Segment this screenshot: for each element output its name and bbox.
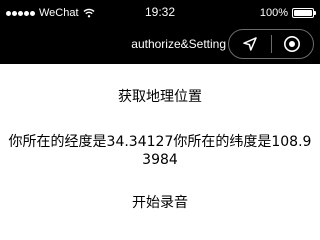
start-recording-button[interactable]: 开始录音 [0, 194, 320, 212]
battery-percentage: 100% [259, 7, 288, 19]
page-content: 获取地理位置 你所在的经度是34.34127你所在的纬度是108.93984 开… [0, 64, 320, 236]
record-circle-icon [284, 36, 301, 52]
mini-program-capsule [228, 29, 314, 59]
location-button[interactable] [229, 30, 271, 58]
phone-screen: WeChat 19:32 100% authorize&Setting 获取地理… [0, 0, 320, 236]
location-arrow-icon [243, 37, 257, 51]
navigation-bar: authorize&Setting [0, 26, 320, 64]
status-right: 100% [259, 6, 316, 20]
status-bar: WeChat 19:32 100% [0, 0, 320, 26]
close-mini-program-button[interactable] [272, 30, 314, 58]
page-title: authorize&Setting [131, 37, 226, 51]
battery-icon [292, 8, 316, 18]
coordinates-text: 你所在的经度是34.34127你所在的纬度是108.93984 [8, 134, 312, 168]
get-location-button[interactable]: 获取地理位置 [0, 88, 320, 106]
